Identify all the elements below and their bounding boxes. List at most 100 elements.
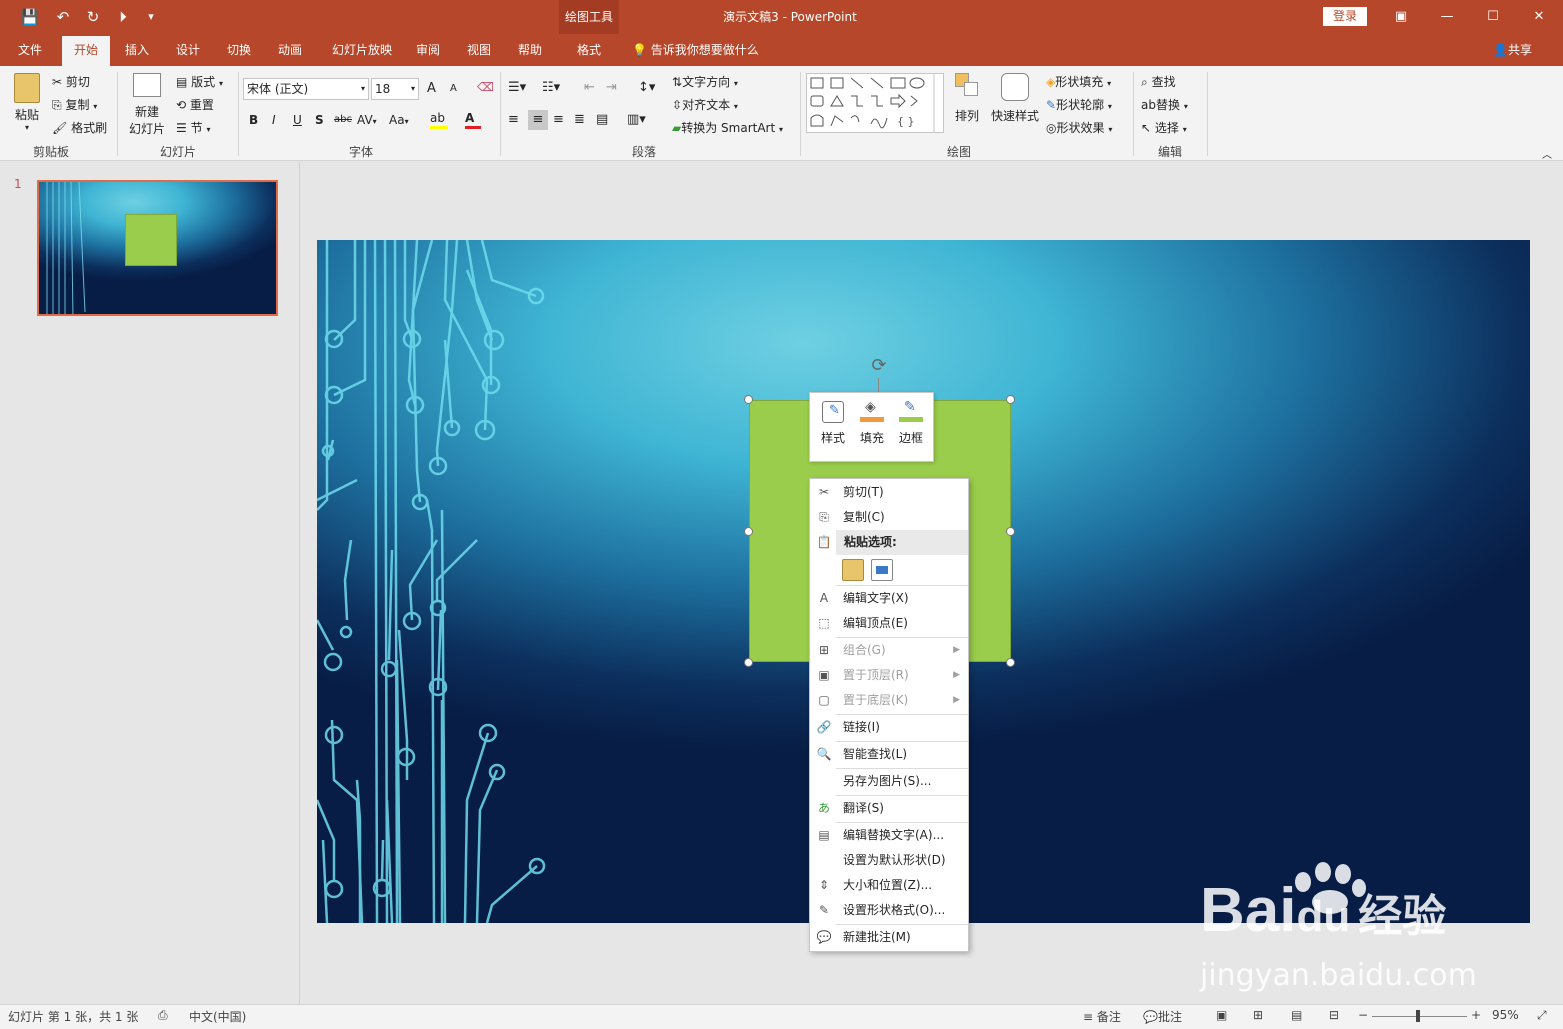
smartart-button[interactable]: ▰转换为 SmartArt ▾ — [672, 119, 783, 136]
slide-thumbnail[interactable] — [37, 180, 278, 316]
shape-outline-button[interactable]: ✎形状轮廓 ▾ — [1046, 96, 1112, 113]
paste-keep-format-icon[interactable] — [842, 559, 864, 581]
resize-handle-se[interactable] — [1006, 658, 1015, 667]
tab-transitions[interactable]: 切换 — [218, 34, 260, 66]
change-case-button[interactable]: Aa▾ — [389, 113, 409, 127]
copy-button[interactable]: ⎘ 复制 ▾ — [52, 96, 97, 113]
highlight-color-button[interactable]: ab — [430, 111, 448, 131]
spellcheck-icon[interactable]: ⎙ — [158, 1008, 168, 1023]
fit-to-window-icon[interactable]: ⤢ — [1537, 1008, 1547, 1023]
tab-view[interactable]: 视图 — [459, 34, 499, 66]
ribbon-display-options-icon[interactable]: ▣ — [1386, 4, 1416, 30]
reset-button[interactable]: ⟲ 重置 — [176, 96, 214, 113]
grow-font-button[interactable]: A — [427, 81, 436, 96]
comments-button[interactable]: 💬批注 — [1143, 1008, 1182, 1025]
collapse-ribbon-icon[interactable]: ︿ — [1542, 146, 1552, 161]
tab-review[interactable]: 审阅 — [408, 34, 448, 66]
align-right-icon[interactable]: ≡ — [553, 112, 564, 127]
font-color-button[interactable]: A — [465, 111, 481, 131]
columns-icon[interactable]: ▥▾ — [627, 112, 646, 127]
shape-effects-button[interactable]: ◎形状效果 ▾ — [1046, 119, 1112, 136]
font-size-select[interactable]: 18 ▾ — [371, 78, 419, 100]
replace-button[interactable]: ab替换 ▾ — [1141, 96, 1188, 113]
shadow-button[interactable]: S — [315, 113, 324, 127]
menu-item-link[interactable]: 🔗 链接(I) — [810, 715, 968, 740]
save-icon[interactable]: 💾 — [19, 6, 41, 28]
zoom-slider-thumb[interactable] — [1416, 1010, 1420, 1022]
minimize-icon[interactable]: — — [1432, 4, 1462, 30]
mini-style-button[interactable]: ✎ 样式 — [814, 393, 852, 461]
italic-button[interactable]: I — [272, 113, 276, 127]
bold-button[interactable]: B — [249, 113, 258, 127]
menu-item-copy[interactable]: ⎘ 复制(C) — [810, 505, 968, 530]
distributed-icon[interactable]: ▤ — [596, 112, 608, 127]
shape-fill-button[interactable]: ◈形状填充 ▾ — [1046, 73, 1111, 90]
strikethrough-button[interactable]: abc — [334, 114, 352, 125]
increase-indent-icon[interactable]: ⇥ — [606, 80, 617, 95]
mini-fill-button[interactable]: ◈ 填充 — [853, 393, 891, 461]
align-center-icon[interactable]: ≡ — [528, 110, 548, 130]
section-button[interactable]: ☰ 节 ▾ — [176, 119, 210, 136]
arrange-button[interactable]: 排列 — [952, 73, 982, 124]
resize-handle-w[interactable] — [744, 527, 753, 536]
tab-file[interactable]: 文件 — [8, 34, 52, 66]
justify-icon[interactable]: ≣ — [574, 112, 585, 127]
align-text-button[interactable]: ⇳对齐文本 ▾ — [672, 96, 738, 113]
numbering-icon[interactable]: ☷▾ — [542, 80, 560, 95]
present-icon[interactable]: ⏵ — [112, 6, 134, 28]
tell-me-search[interactable]: 💡 告诉我你想要做什么 — [632, 41, 759, 58]
layout-button[interactable]: ▤ 版式 ▾ — [176, 73, 223, 90]
slideshow-icon[interactable]: ⊟ — [1329, 1008, 1339, 1022]
menu-item-edit-text[interactable]: A 编辑文字(X) — [810, 586, 968, 611]
menu-item-edit-points[interactable]: ⬚ 编辑顶点(E) — [810, 611, 968, 636]
new-slide-button[interactable]: 新建 幻灯片 — [122, 73, 172, 137]
menu-item-new-comment[interactable]: 💬 新建批注(M) — [810, 925, 968, 950]
resize-handle-sw[interactable] — [744, 658, 753, 667]
quick-styles-button[interactable]: 快速样式 — [988, 73, 1042, 124]
language-status[interactable]: 中文(中国) — [189, 1008, 246, 1025]
zoom-level[interactable]: 95% — [1492, 1008, 1519, 1022]
text-direction-button[interactable]: ⇅文字方向 ▾ — [672, 73, 738, 90]
normal-view-icon[interactable]: ▣ — [1216, 1008, 1227, 1022]
resize-handle-nw[interactable] — [744, 395, 753, 404]
mini-border-button[interactable]: ✎ 边框 — [892, 393, 930, 461]
shrink-font-button[interactable]: A — [450, 83, 457, 94]
font-name-select[interactable]: 宋体 (正文) ▾ — [243, 78, 369, 100]
underline-button[interactable]: U — [293, 113, 302, 127]
undo-icon[interactable]: ↶ — [52, 6, 74, 28]
zoom-in-icon[interactable]: + — [1471, 1008, 1481, 1022]
zoom-out-icon[interactable]: − — [1358, 1008, 1368, 1022]
format-painter-button[interactable]: 🖌 格式刷 — [52, 119, 107, 136]
tab-slideshow[interactable]: 幻灯片放映 — [322, 34, 402, 66]
menu-item-group[interactable]: ⊞ 组合(G) ▶ — [810, 638, 968, 663]
menu-item-translate[interactable]: あ翻译(S) — [810, 796, 968, 821]
menu-item-bring-to-front[interactable]: ▣ 置于顶层(R) ▶ — [810, 663, 968, 688]
slide-sorter-icon[interactable]: ⊞ — [1253, 1008, 1263, 1022]
menu-item-format-shape[interactable]: ✎ 设置形状格式(O)... — [810, 898, 968, 923]
tab-format[interactable]: 格式 — [559, 34, 619, 66]
login-button[interactable]: 登录 — [1323, 7, 1367, 26]
reading-view-icon[interactable]: ▤ — [1291, 1008, 1302, 1022]
shapes-gallery[interactable]: { } — [806, 73, 944, 133]
decrease-indent-icon[interactable]: ⇤ — [584, 80, 595, 95]
select-button[interactable]: ↖ 选择 ▾ — [1141, 119, 1187, 136]
menu-item-edit-alt-text[interactable]: ▤ 编辑替换文字(A)... — [810, 823, 968, 848]
paste-button[interactable]: 粘贴 ▾ — [10, 73, 44, 133]
menu-item-set-default-shape[interactable]: 设置为默认形状(D) — [810, 848, 968, 873]
share-button[interactable]: 👤共享 — [1493, 41, 1532, 58]
menu-item-smart-lookup[interactable]: 🔍 智能查找(L) — [810, 742, 968, 767]
notes-button[interactable]: ≡ 备注 — [1083, 1008, 1121, 1025]
qat-more-icon[interactable]: ▾ — [140, 6, 162, 28]
menu-item-size-position[interactable]: ⇕ 大小和位置(Z)... — [810, 873, 968, 898]
maximize-icon[interactable]: ☐ — [1478, 4, 1508, 30]
menu-item-save-as-picture[interactable]: 另存为图片(S)... — [810, 769, 968, 794]
paste-as-picture-icon[interactable] — [871, 559, 893, 581]
redo-icon[interactable]: ↻ — [82, 6, 104, 28]
cut-button[interactable]: ✂ 剪切 — [52, 73, 90, 90]
clear-format-icon[interactable]: ⌫ — [477, 80, 494, 94]
menu-item-send-to-back[interactable]: ▢ 置于底层(K) ▶ — [810, 688, 968, 713]
resize-handle-e[interactable] — [1006, 527, 1015, 536]
rotation-handle-icon[interactable]: ⟳ — [868, 355, 890, 377]
tab-insert[interactable]: 插入 — [116, 34, 158, 66]
resize-handle-ne[interactable] — [1006, 395, 1015, 404]
